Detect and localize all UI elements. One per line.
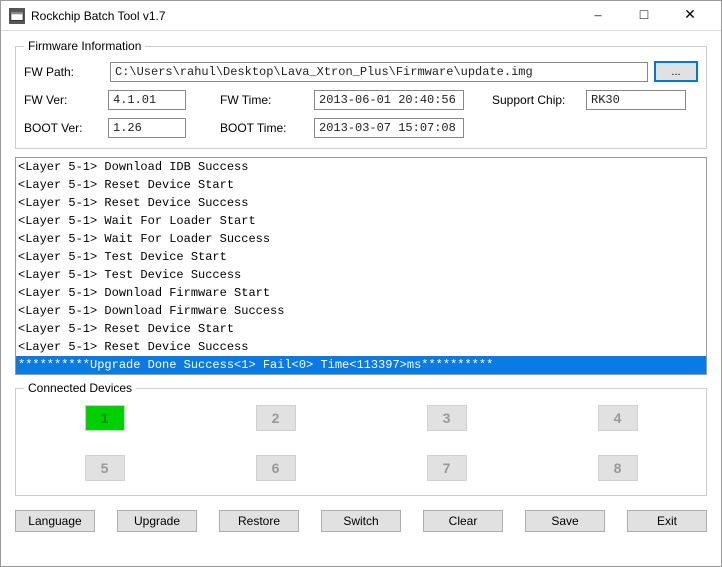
- close-button[interactable]: ✕: [667, 1, 713, 31]
- log-line: <Layer 5-1> Test Device Start: [16, 248, 706, 266]
- content: Firmware Information FW Path: ... FW Ver…: [1, 31, 721, 566]
- action-row: Language Upgrade Restore Switch Clear Sa…: [15, 510, 707, 532]
- log-line: <Layer 5-1> Reset Device Start: [16, 320, 706, 338]
- firmware-info-legend: Firmware Information: [24, 39, 145, 53]
- log-line: <Layer 5-1> Download IDB Success: [16, 158, 706, 176]
- clear-button[interactable]: Clear: [423, 510, 503, 532]
- fw-path-input[interactable]: [110, 62, 648, 82]
- connected-devices-legend: Connected Devices: [24, 381, 136, 395]
- connected-devices-group: Connected Devices 1 2 3 4 5 6 7 8: [15, 381, 707, 496]
- browse-button[interactable]: ...: [654, 61, 698, 82]
- save-button[interactable]: Save: [525, 510, 605, 532]
- device-slot-3[interactable]: 3: [427, 405, 467, 431]
- log-line-highlight: **********Upgrade Done Success<1> Fail<0…: [16, 356, 706, 374]
- log-line: <Layer 5-1> Download Firmware Start: [16, 284, 706, 302]
- boot-time-label: BOOT Time:: [220, 121, 310, 135]
- log-line: <Layer 5-1> Test Device Success: [16, 266, 706, 284]
- boot-ver-label: BOOT Ver:: [24, 121, 104, 135]
- log-line: <Layer 5-1> Wait For Loader Start: [16, 212, 706, 230]
- fw-path-row: FW Path: ...: [24, 61, 698, 82]
- fw-ver-label: FW Ver:: [24, 93, 104, 107]
- fw-time-input[interactable]: [314, 90, 464, 110]
- log-line: <Layer 5-1> Reset Device Success: [16, 194, 706, 212]
- upgrade-button[interactable]: Upgrade: [117, 510, 197, 532]
- boot-ver-input[interactable]: [108, 118, 186, 138]
- fw-ver-input[interactable]: [108, 90, 186, 110]
- browse-label: ...: [671, 66, 680, 78]
- restore-button[interactable]: Restore: [219, 510, 299, 532]
- device-slot-7[interactable]: 7: [427, 455, 467, 481]
- log-line: <Layer 5-1> Download Firmware Success: [16, 302, 706, 320]
- switch-button[interactable]: Switch: [321, 510, 401, 532]
- device-slot-6[interactable]: 6: [256, 455, 296, 481]
- language-button[interactable]: Language: [15, 510, 95, 532]
- boot-time-input[interactable]: [314, 118, 464, 138]
- log-box[interactable]: <Layer 5-1> Download IDB Success<Layer 5…: [15, 157, 707, 375]
- fw-time-label: FW Time:: [220, 93, 310, 107]
- device-slot-1[interactable]: 1: [85, 405, 125, 431]
- log-line: <Layer 5-1> Wait For Loader Success: [16, 230, 706, 248]
- fw-meta-row-1: FW Ver: FW Time: Support Chip:: [24, 90, 698, 110]
- window-controls: – □ ✕: [575, 1, 713, 31]
- minimize-button[interactable]: –: [575, 1, 621, 31]
- exit-button[interactable]: Exit: [627, 510, 707, 532]
- device-grid: 1 2 3 4 5 6 7 8: [24, 405, 698, 481]
- fw-meta-row-2: BOOT Ver: BOOT Time:: [24, 118, 698, 138]
- device-slot-5[interactable]: 5: [85, 455, 125, 481]
- support-chip-label: Support Chip:: [492, 93, 582, 107]
- device-slot-8[interactable]: 8: [598, 455, 638, 481]
- maximize-button[interactable]: □: [621, 1, 667, 31]
- log-line: <Layer 5-1> Reset Device Success: [16, 338, 706, 356]
- window-title: Rockchip Batch Tool v1.7: [31, 9, 575, 23]
- app-icon: [9, 8, 25, 24]
- log-line: <Layer 5-1> Reset Device Start: [16, 176, 706, 194]
- fw-path-label: FW Path:: [24, 65, 104, 79]
- device-slot-2[interactable]: 2: [256, 405, 296, 431]
- device-slot-4[interactable]: 4: [598, 405, 638, 431]
- support-chip-input[interactable]: [586, 90, 686, 110]
- firmware-info-group: Firmware Information FW Path: ... FW Ver…: [15, 39, 707, 149]
- titlebar: Rockchip Batch Tool v1.7 – □ ✕: [1, 1, 721, 31]
